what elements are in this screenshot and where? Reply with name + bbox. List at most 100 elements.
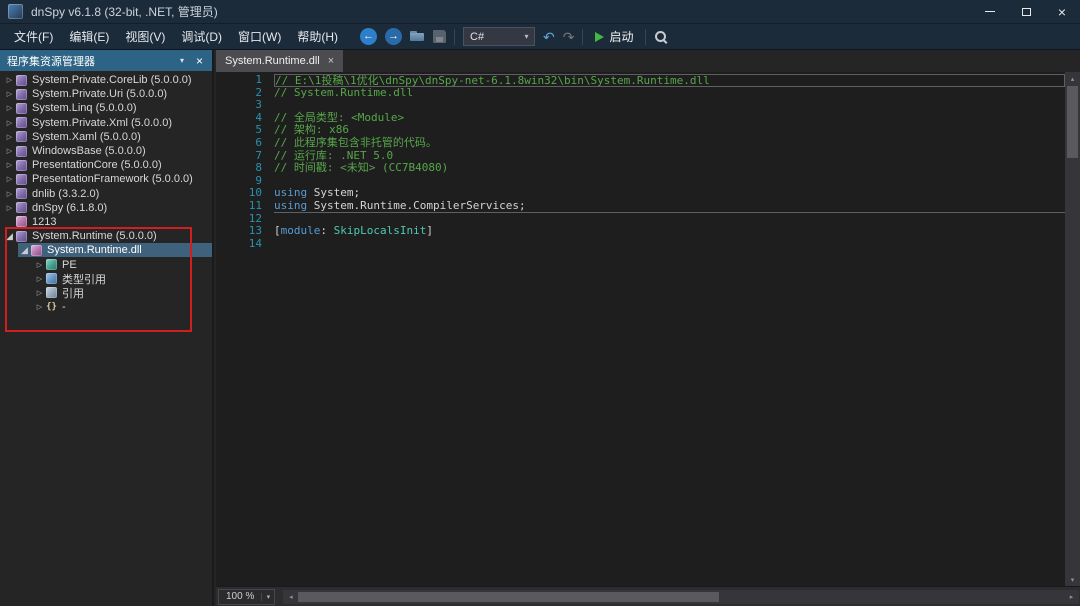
tree-item[interactable]: ▷类型引用 [0, 272, 212, 286]
tree-item-label: System.Xaml (5.0.0.0) [32, 131, 141, 143]
back-button[interactable]: ← [360, 28, 377, 45]
tree-item-label: System.Private.Xml (5.0.0.0) [32, 117, 172, 129]
panel-header[interactable]: 程序集资源管理器 ▾ × [0, 50, 212, 71]
expander-icon[interactable]: ▷ [3, 175, 16, 183]
pe-icon [46, 259, 57, 270]
save-all-button[interactable] [433, 30, 446, 43]
expander-icon[interactable]: ▷ [3, 104, 16, 112]
tree-item[interactable]: ▷ System.Private.Xml (5.0.0.0) [0, 116, 212, 130]
tree-item-content: ▷ System.Private.Xml (5.0.0.0) [3, 116, 212, 130]
line-number: 14 [216, 238, 262, 251]
code-line: 13 [module: SkipLocalsInit] [216, 225, 1065, 238]
tab-system-runtime-dll[interactable]: System.Runtime.dll × [216, 50, 343, 72]
minimize-button[interactable] [972, 0, 1008, 23]
expander-icon[interactable]: ▷ [33, 289, 46, 297]
tree-item[interactable]: ▷PresentationCore (5.0.0.0) [0, 158, 212, 172]
expander-icon[interactable]: ▷ [33, 261, 46, 269]
assembly-explorer-panel: 程序集资源管理器 ▾ × ▷ System.Private.CoreLib (5.… [0, 50, 214, 606]
expander-icon[interactable]: ▷ [33, 275, 46, 283]
scroll-left-icon[interactable]: ◂ [283, 593, 298, 601]
minimize-icon [985, 11, 995, 12]
vertical-scrollbar[interactable]: ▴ ▾ [1065, 72, 1080, 586]
assembly-tree[interactable]: ▷System.Private.CoreLib (5.0.0.0)▷System… [0, 71, 212, 606]
zoom-select[interactable]: 100 % ▾ [218, 589, 275, 605]
tree-item[interactable]: ▷System.Linq (5.0.0.0) [0, 101, 212, 115]
expander-icon[interactable]: ◢ [18, 245, 31, 256]
tab-close-icon[interactable]: × [328, 56, 334, 67]
play-icon [595, 32, 604, 42]
tree-item[interactable]: ▷ System.Private.CoreLib (5.0.0.0) [0, 73, 212, 87]
menu-item[interactable]: 窗口(W) [230, 24, 289, 49]
line-number: 13 [216, 225, 262, 238]
assembly-icon [16, 188, 27, 199]
expander-icon[interactable]: ▷ [3, 190, 16, 198]
redo-button[interactable]: ↷ [563, 30, 575, 44]
code-text: [module: SkipLocalsInit] [274, 225, 1065, 238]
tree-item-label: PE [62, 259, 77, 271]
tree-item[interactable]: ▷System.Private.Uri (5.0.0.0) [0, 87, 212, 101]
tree-item[interactable]: ▷ dnlib (3.3.2.0) [0, 187, 212, 201]
maximize-button[interactable] [1008, 0, 1044, 23]
tree-item[interactable]: 1213 [0, 215, 212, 229]
tree-item[interactable]: ▷ WindowsBase (5.0.0.0) [0, 144, 212, 158]
tree-item-content: ▷System.Private.Uri (5.0.0.0) [3, 87, 212, 101]
horizontal-scrollbar-thumb[interactable] [298, 592, 719, 602]
tree-item-content: ▷ WindowsBase (5.0.0.0) [3, 144, 212, 158]
chevron-down-icon[interactable]: ▾ [173, 56, 191, 65]
tree-item[interactable]: ▷引用 [0, 286, 212, 300]
tree-item[interactable]: ◢System.Runtime (5.0.0.0) [0, 229, 212, 243]
editor-area: System.Runtime.dll × 1// E:\1投稿\1优化\dnSp… [216, 50, 1080, 606]
expander-icon[interactable]: ▷ [3, 147, 16, 155]
language-select[interactable]: C# ▾ [463, 27, 535, 46]
menu-items: 文件(F)编辑(E)视图(V)调试(D)窗口(W)帮助(H) [6, 24, 346, 49]
tree-item[interactable]: ◢ System.Runtime.dll [0, 243, 212, 257]
menu-item[interactable]: 视图(V) [117, 24, 173, 49]
vertical-scrollbar-thumb[interactable] [1067, 86, 1078, 158]
chevron-down-icon: ▾ [261, 593, 274, 601]
dnspy-app-icon [8, 4, 23, 19]
open-folder-button[interactable] [410, 30, 425, 43]
panel-close-icon[interactable]: × [191, 55, 208, 67]
expander-icon[interactable]: ▷ [3, 204, 16, 212]
search-icon[interactable] [654, 30, 668, 44]
horizontal-scrollbar[interactable]: ◂ ▸ [283, 590, 1079, 604]
scroll-up-icon[interactable]: ▴ [1065, 72, 1080, 85]
tree-item-label: WindowsBase (5.0.0.0) [32, 145, 146, 157]
tree-item-label: 1213 [32, 216, 56, 228]
menu-item[interactable]: 帮助(H) [289, 24, 346, 49]
code-line: 8// 时间戳: <未知> (CC7B4080) [216, 162, 1065, 175]
expander-icon[interactable]: ▷ [3, 133, 16, 141]
code-text [274, 238, 1065, 251]
tree-item-label: System.Private.CoreLib (5.0.0.0) [32, 74, 192, 86]
expander-icon[interactable]: ▷ [3, 119, 16, 127]
module-icon [31, 245, 42, 256]
code-editor[interactable]: 1// E:\1投稿\1优化\dnSpy\dnSpy-net-6.1.8win3… [216, 72, 1080, 586]
tree-item[interactable]: ▷{}- [0, 300, 212, 314]
horizontal-scrollbar-track[interactable] [298, 590, 1064, 604]
tree-item[interactable]: ▷dnSpy (6.1.8.0) [0, 201, 212, 215]
expander-icon[interactable]: ▷ [33, 303, 46, 311]
tree-item[interactable]: ▷PresentationFramework (5.0.0.0) [0, 172, 212, 186]
undo-button[interactable]: ↶ [543, 30, 555, 44]
expander-icon[interactable]: ▷ [3, 76, 16, 84]
scroll-right-icon[interactable]: ▸ [1064, 593, 1079, 601]
scroll-down-icon[interactable]: ▾ [1065, 573, 1080, 586]
expander-icon[interactable]: ▷ [3, 161, 16, 169]
expander-icon[interactable]: ▷ [3, 90, 16, 98]
tree-item-content: ▷ System.Xaml (5.0.0.0) [3, 130, 212, 144]
menu-item[interactable]: 编辑(E) [61, 24, 117, 49]
menu-item[interactable]: 调试(D) [173, 24, 230, 49]
tree-item-content: ▷PresentationFramework (5.0.0.0) [3, 172, 212, 186]
expander-icon[interactable]: ◢ [3, 231, 16, 242]
code-text: // System.Runtime.dll [274, 87, 1065, 100]
tree-item-label: System.Runtime.dll [47, 244, 142, 256]
menu-item[interactable]: 文件(F) [6, 24, 61, 49]
close-button[interactable]: × [1044, 0, 1080, 23]
start-button[interactable]: 启动 [591, 26, 637, 47]
tree-item[interactable]: ▷ PE [0, 257, 212, 271]
tree-item[interactable]: ▷ System.Xaml (5.0.0.0) [0, 130, 212, 144]
code-text [274, 175, 1065, 188]
tree-item-content: ◢System.Runtime (5.0.0.0) [3, 229, 212, 243]
tree-item-label: dnlib (3.3.2.0) [32, 188, 99, 200]
forward-button[interactable]: → [385, 28, 402, 45]
